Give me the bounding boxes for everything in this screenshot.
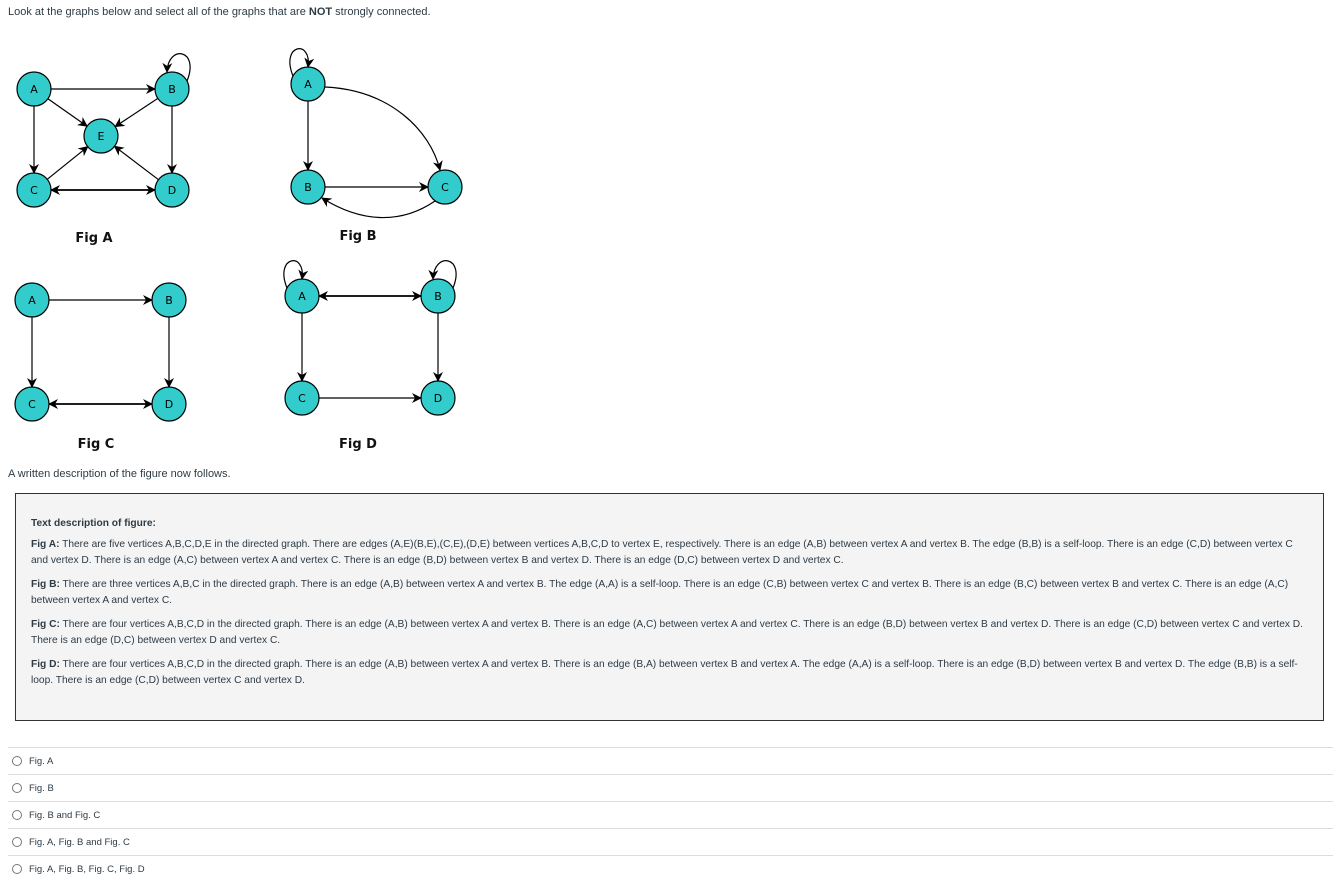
figure-description: There are three vertices A,B,C in the di… xyxy=(31,579,1289,606)
intro-text: A written description of the figure now … xyxy=(8,468,231,480)
option-3[interactable]: Fig. A, Fig. B and Fig. C xyxy=(8,828,1333,855)
vertex-label: D xyxy=(168,184,176,197)
vertex-label: B xyxy=(434,290,442,303)
figure-label: Fig A: xyxy=(31,539,60,550)
figure-description: There are four vertices A,B,C,D in the d… xyxy=(31,659,1298,686)
description-heading: Text description of figure: xyxy=(31,518,156,529)
radio-button[interactable] xyxy=(12,756,22,766)
radio-button[interactable] xyxy=(12,864,22,874)
text-description-box: Text description of figure: Fig A: There… xyxy=(15,493,1324,721)
answer-options: Fig. A Fig. B Fig. B and Fig. C Fig. A, Fig… xyxy=(8,747,1333,882)
option-4[interactable]: Fig. A, Fig. B, Fig. C, Fig. D xyxy=(8,855,1333,882)
figure-label: Fig B: xyxy=(31,579,60,590)
figure-label: Fig C: xyxy=(31,619,60,630)
figure-label: Fig D: xyxy=(31,659,60,670)
description-figd: Fig D: There are four vertices A,B,C,D i… xyxy=(31,657,1307,689)
vertex-label: C xyxy=(30,184,38,197)
description-figb: Fig B: There are three vertices A,B,C in… xyxy=(31,577,1307,609)
vertex-label: A xyxy=(28,294,36,307)
vertex-label: C xyxy=(28,398,36,411)
vertex-label: B xyxy=(168,83,176,96)
vertex-label: A xyxy=(298,290,306,303)
vertex-label: B xyxy=(165,294,173,307)
option-0[interactable]: Fig. A xyxy=(8,747,1333,774)
edge xyxy=(113,145,159,181)
radio-button[interactable] xyxy=(12,783,22,793)
question-text: Look at the graphs below and select all … xyxy=(8,6,431,18)
vertex-label: C xyxy=(298,392,306,405)
edge xyxy=(46,146,89,180)
option-label: Fig. A, Fig. B, Fig. C, Fig. D xyxy=(29,863,145,875)
edge xyxy=(114,97,159,128)
edge xyxy=(47,98,88,127)
vertex-label: D xyxy=(165,398,173,411)
vertex-label: E xyxy=(98,130,105,143)
vertex-label: A xyxy=(304,78,312,91)
vertex-label: A xyxy=(30,83,38,96)
vertex-label: D xyxy=(434,392,442,405)
option-label: Fig. B xyxy=(29,782,54,794)
figure-description: There are five vertices A,B,C,D,E in the… xyxy=(31,539,1293,566)
description-figa: Fig A: There are five vertices A,B,C,D,E… xyxy=(31,537,1307,569)
option-1[interactable]: Fig. B xyxy=(8,774,1333,801)
graph-figures: A B C D E Fig A A B C Fig B A B C D Fig C A B C D Fig D xyxy=(14,48,463,452)
radio-button[interactable] xyxy=(12,810,22,820)
option-label: Fig. B and Fig. C xyxy=(29,809,101,821)
vertex-label: C xyxy=(441,181,449,194)
vertex-label: B xyxy=(304,181,312,194)
figure-caption: Fig D xyxy=(339,437,377,452)
option-label: Fig. A xyxy=(29,755,54,767)
option-2[interactable]: Fig. B and Fig. C xyxy=(8,801,1333,828)
description-figc: Fig C: There are four vertices A,B,C,D i… xyxy=(31,617,1307,649)
figure-caption: Fig C xyxy=(78,437,115,452)
figure-caption: Fig B xyxy=(339,229,376,244)
figure-description: There are four vertices A,B,C,D in the d… xyxy=(31,619,1303,646)
edge xyxy=(324,86,443,171)
option-label: Fig. A, Fig. B and Fig. C xyxy=(29,836,130,848)
radio-button[interactable] xyxy=(12,837,22,847)
edge xyxy=(321,197,436,219)
figure-caption: Fig A xyxy=(75,231,112,246)
